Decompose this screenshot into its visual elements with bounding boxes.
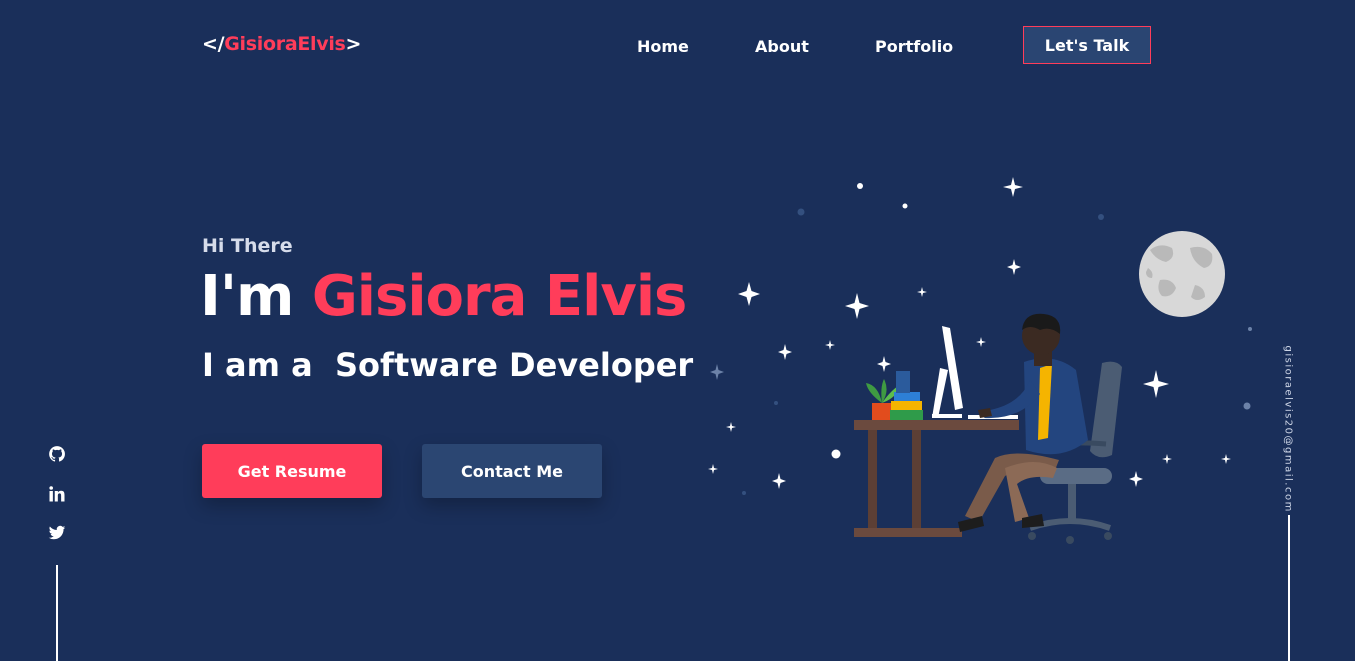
email-link[interactable]: gisioraelvis20@gmail.com <box>1283 346 1294 513</box>
logo-open-bracket: </ <box>202 33 225 55</box>
logo-name: GisioraElvis <box>224 33 346 55</box>
github-icon[interactable] <box>47 444 67 464</box>
left-divider-line <box>56 565 58 661</box>
nav-home[interactable]: Home <box>637 37 689 56</box>
developer-illustration <box>708 177 1252 544</box>
sparkles <box>708 177 1231 489</box>
linkedin-icon[interactable] <box>47 484 67 504</box>
lets-talk-button[interactable]: Let's Talk <box>1023 26 1151 64</box>
page: </GisioraElvis> Home About Portfolio Let… <box>0 0 1355 661</box>
headline-intro: I'm <box>200 264 312 329</box>
nav-about[interactable]: About <box>755 37 809 56</box>
stars <box>742 183 1252 495</box>
headline-name: Gisiora Elvis <box>311 264 688 329</box>
twitter-icon[interactable] <box>47 523 67 543</box>
moon <box>1139 231 1225 317</box>
contact-me-button[interactable]: Contact Me <box>422 444 602 498</box>
nav-portfolio[interactable]: Portfolio <box>875 37 953 56</box>
desk-books <box>890 371 923 420</box>
logo-close-bracket: > <box>345 33 362 55</box>
monitor <box>932 326 1018 419</box>
greeting: Hi There <box>202 235 293 257</box>
right-divider-line <box>1288 515 1290 661</box>
get-resume-button[interactable]: Get Resume <box>202 444 382 498</box>
logo[interactable]: </GisioraElvis> <box>202 33 361 55</box>
role-text: I am a Software Developer <box>202 346 694 384</box>
headline: I'm Gisiora Elvis <box>200 264 688 329</box>
